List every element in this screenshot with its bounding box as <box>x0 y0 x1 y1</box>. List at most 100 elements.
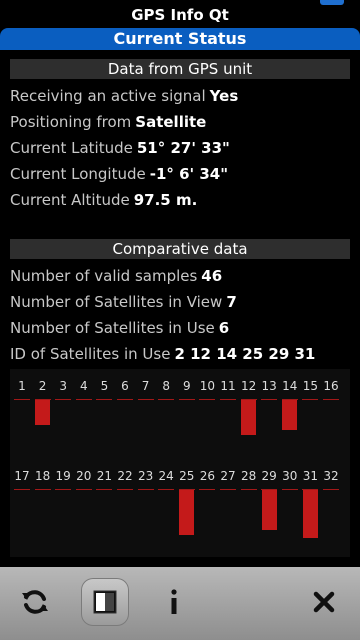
row-label: Number of valid samples <box>10 267 198 285</box>
satellite-id-label: 19 <box>55 469 71 483</box>
satellite-id-label: 17 <box>14 469 30 483</box>
satellite-baseline <box>14 399 30 400</box>
satellite-baseline <box>220 489 236 490</box>
satellite-baseline <box>96 489 113 490</box>
satellite-id-label: 1 <box>18 379 26 393</box>
satellite-id-label: 13 <box>261 379 277 393</box>
close-icon <box>312 590 336 614</box>
app-title: GPS Info Qt <box>131 6 229 24</box>
row-label: Current Longitude <box>10 165 146 183</box>
comparative-section-header: Comparative data <box>10 239 350 259</box>
satellite-id-label: 11 <box>220 379 236 393</box>
satellite-signal-bar <box>302 490 318 538</box>
satellite-id-label: 26 <box>199 469 216 483</box>
satellite-id-label: 4 <box>79 379 88 393</box>
satellite-baseline <box>55 399 72 400</box>
satellite-id-label: 8 <box>162 379 170 393</box>
satellite-baseline <box>137 399 154 400</box>
satellite-baseline <box>178 399 195 400</box>
satellite-baseline <box>158 399 175 400</box>
row-active-signal: Receiving an active signal Yes <box>10 86 238 106</box>
row-value: 46 <box>201 267 223 285</box>
row-label: Receiving an active signal <box>10 87 206 105</box>
satellite-id-label: 7 <box>141 379 150 393</box>
satellite-id-label: 16 <box>323 379 339 393</box>
satellite-signal-bar <box>35 400 51 425</box>
row-value: Yes <box>209 87 239 105</box>
satellite-baseline <box>75 399 92 400</box>
satellite-baseline <box>302 399 319 400</box>
satellite-baseline <box>117 489 133 490</box>
satellite-baseline <box>158 489 175 490</box>
row-value: 2 12 14 25 29 31 <box>174 345 316 363</box>
satellite-baseline <box>199 399 216 400</box>
satellite-signal-bar <box>261 490 277 530</box>
satellite-id-label: 9 <box>182 379 191 393</box>
row-value: 7 <box>226 293 237 311</box>
row-label: Current Altitude <box>10 191 130 209</box>
satellite-id-label: 24 <box>158 469 174 483</box>
satellite-id-label: 32 <box>323 469 339 483</box>
satellite-id-label: 23 <box>137 469 154 483</box>
info-icon <box>164 587 184 617</box>
status-indicator-button[interactable] <box>320 0 344 5</box>
row-value: -1° 6' 34" <box>149 165 229 183</box>
row-label: Positioning from <box>10 113 132 131</box>
satellite-id-label: 30 <box>282 469 298 483</box>
satellite-baseline <box>261 399 278 400</box>
satellite-id-label: 31 <box>302 469 319 483</box>
row-value: 6 <box>218 319 230 337</box>
row-altitude: Current Altitude 97.5 m. <box>10 190 197 210</box>
satellite-id-label: 10 <box>199 379 216 393</box>
satellite-signal-bar <box>241 400 257 435</box>
satellite-id-label: 12 <box>240 379 257 393</box>
satellite-baseline <box>323 399 339 400</box>
satellite-id-label: 6 <box>121 379 129 393</box>
row-label: ID of Satellites in Use <box>10 345 171 363</box>
satellite-baseline <box>240 489 257 490</box>
satellite-id-label: 3 <box>59 379 67 393</box>
satellite-baseline <box>220 399 236 400</box>
row-label: Current Latitude <box>10 139 133 157</box>
row-positioning: Positioning from Satellite <box>10 112 206 132</box>
satellite-baseline <box>34 489 51 490</box>
row-longitude: Current Longitude -1° 6' 34" <box>10 164 228 184</box>
close-button[interactable] <box>300 578 348 626</box>
row-label: Number of Satellites in Use <box>10 319 215 337</box>
info-button[interactable] <box>150 578 198 626</box>
row-sats-in-use: Number of Satellites in Use 6 <box>10 318 229 338</box>
satellite-baseline <box>199 489 216 490</box>
satellite-baseline <box>96 399 113 400</box>
satellite-id-label: 22 <box>117 469 133 483</box>
satellite-id-label: 25 <box>179 469 195 483</box>
view-toggle-button[interactable] <box>81 578 129 626</box>
satellite-baseline <box>137 489 154 490</box>
satellite-signal-bar <box>282 400 298 430</box>
satellite-baseline <box>55 489 72 490</box>
row-label: Number of Satellites in View <box>10 293 223 311</box>
refresh-icon <box>19 586 51 618</box>
satellite-baseline <box>323 489 339 490</box>
satellite-id-label: 15 <box>302 379 319 393</box>
satellite-signal-bar <box>179 490 195 535</box>
satellite-baseline <box>281 489 298 490</box>
row-latitude: Current Latitude 51° 27' 33" <box>10 138 230 158</box>
row-value: Satellite <box>135 113 207 131</box>
satellite-id-label: 18 <box>34 469 51 483</box>
row-sats-in-view: Number of Satellites in View 7 <box>10 292 237 312</box>
satellite-id-label: 21 <box>96 469 113 483</box>
satellite-id-label: 29 <box>261 469 277 483</box>
satellite-id-label: 5 <box>100 379 109 393</box>
satellite-id-label: 20 <box>76 469 92 483</box>
satellite-baseline <box>117 399 133 400</box>
satellite-id-label: 14 <box>282 379 298 393</box>
refresh-button[interactable] <box>11 578 59 626</box>
satellite-id-label: 2 <box>38 379 47 393</box>
row-value: 51° 27' 33" <box>136 139 230 157</box>
row-sat-ids: ID of Satellites in Use 2 12 14 25 29 31 <box>10 344 315 364</box>
current-status-bar: Current Status <box>0 28 360 50</box>
satellite-baseline <box>75 489 92 490</box>
satellite-signal-panel: 1 2 3 4 5 6 7 8 9 10 11 12 13 14 15 16 17 18 19 20 21 22 23 24 2… <box>10 369 350 557</box>
row-valid-samples: Number of valid samples 46 <box>10 266 222 286</box>
gps-section-header: Data from GPS unit <box>10 59 350 79</box>
